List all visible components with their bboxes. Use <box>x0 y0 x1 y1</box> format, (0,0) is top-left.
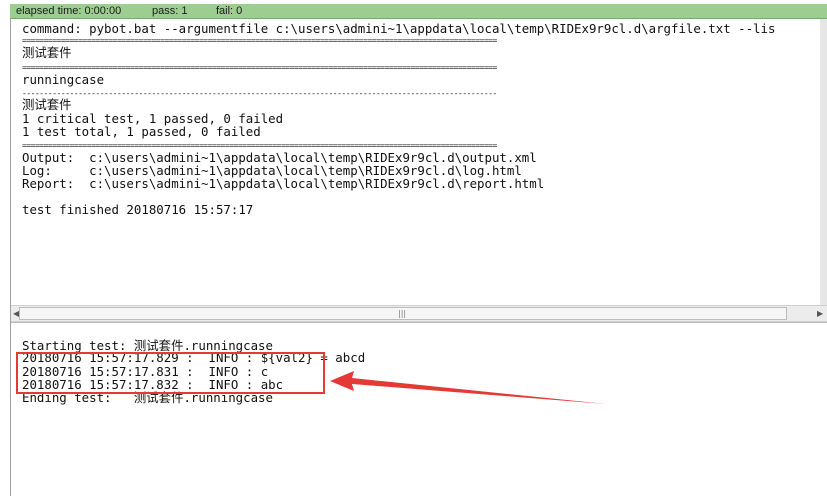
run-window: elapsed time: 0:00:00 pass: 1 fail: 0 co… <box>0 0 827 497</box>
annotation-arrow-icon <box>330 371 606 404</box>
